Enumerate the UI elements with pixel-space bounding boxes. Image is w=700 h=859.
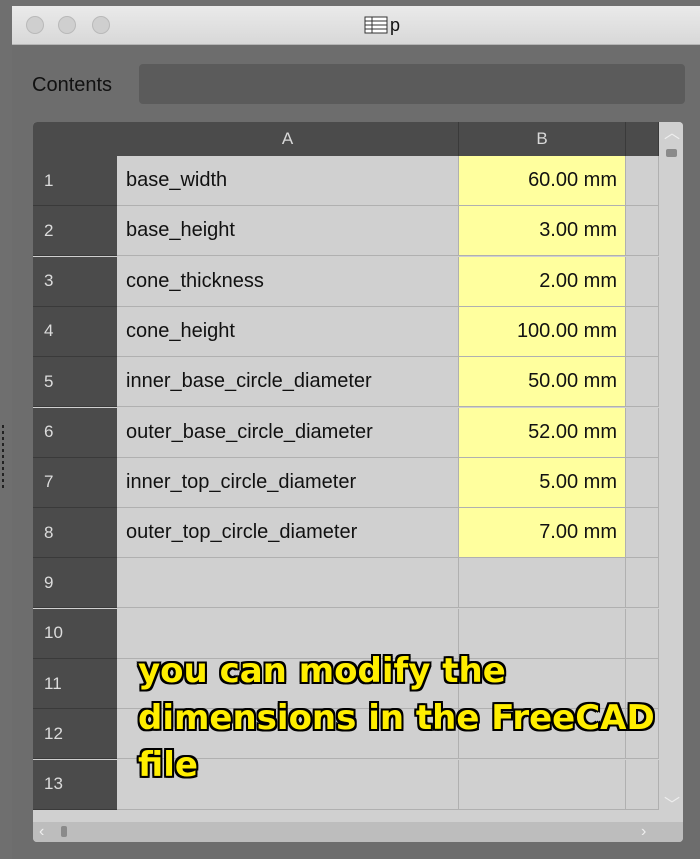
cell-b[interactable]: 7.00 mm bbox=[459, 508, 626, 559]
row-header[interactable]: 11 bbox=[33, 659, 117, 709]
column-header-a[interactable]: A bbox=[117, 122, 459, 156]
cell-c[interactable] bbox=[626, 508, 659, 559]
cell-c[interactable] bbox=[626, 156, 659, 206]
column-header-b[interactable]: B bbox=[459, 122, 626, 156]
window-title-text: p bbox=[390, 14, 401, 35]
cell-b[interactable]: 60.00 mm bbox=[459, 156, 626, 206]
cell-b[interactable] bbox=[459, 558, 626, 609]
corner-header[interactable] bbox=[33, 122, 118, 156]
row-header[interactable]: 9 bbox=[33, 558, 117, 609]
scroll-right-icon[interactable]: › bbox=[641, 824, 646, 840]
horizontal-scrollbar[interactable]: ‹ › bbox=[33, 822, 683, 842]
row-header[interactable]: 6 bbox=[33, 407, 117, 458]
row-header[interactable]: 3 bbox=[33, 256, 117, 307]
window-title: p bbox=[364, 14, 400, 36]
resize-handle[interactable] bbox=[1, 425, 5, 491]
row-header[interactable]: 4 bbox=[33, 306, 117, 357]
zoom-window-button[interactable] bbox=[92, 16, 110, 34]
cell-c[interactable] bbox=[626, 256, 659, 307]
cell-a[interactable]: cone_thickness bbox=[117, 256, 459, 307]
cell-c[interactable] bbox=[626, 357, 659, 408]
cell-b[interactable]: 5.00 mm bbox=[459, 457, 626, 508]
cell-c[interactable] bbox=[626, 407, 659, 458]
cell-b[interactable]: 2.00 mm bbox=[459, 256, 626, 307]
cell-a[interactable]: outer_base_circle_diameter bbox=[117, 407, 459, 458]
cell-a[interactable]: base_width bbox=[117, 156, 459, 206]
tutorial-caption: you can modify the dimensions in the Fre… bbox=[138, 651, 655, 785]
row-header[interactable]: 1 bbox=[33, 156, 117, 206]
cell-b[interactable]: 52.00 mm bbox=[459, 407, 626, 458]
vertical-scroll-thumb[interactable] bbox=[666, 149, 677, 157]
minimize-window-button[interactable] bbox=[58, 16, 76, 34]
cell-a[interactable]: inner_top_circle_diameter bbox=[117, 457, 459, 508]
cell-a[interactable]: base_height bbox=[117, 206, 459, 257]
cell-c[interactable] bbox=[626, 306, 659, 357]
contents-input[interactable] bbox=[139, 64, 685, 104]
horizontal-scroll-thumb[interactable] bbox=[61, 826, 67, 837]
row-header[interactable]: 10 bbox=[33, 608, 117, 659]
cell-c[interactable] bbox=[626, 558, 659, 609]
cell-b[interactable]: 100.00 mm bbox=[459, 306, 626, 357]
close-window-button[interactable] bbox=[26, 16, 44, 34]
spreadsheet-icon bbox=[364, 16, 388, 34]
cell-a[interactable] bbox=[117, 558, 459, 609]
spreadsheet-window: p Contents A B ︿ ﹀ ‹ › 1 base_width 60.00 … bbox=[12, 6, 700, 859]
cell-b[interactable]: 3.00 mm bbox=[459, 206, 626, 257]
cell-a[interactable]: outer_top_circle_diameter bbox=[117, 508, 459, 559]
title-bar: p bbox=[12, 6, 700, 45]
cell-a[interactable]: inner_base_circle_diameter bbox=[117, 357, 459, 408]
cell-b[interactable]: 50.00 mm bbox=[459, 357, 626, 408]
cell-c[interactable] bbox=[626, 457, 659, 508]
scroll-down-icon[interactable]: ﹀ bbox=[664, 798, 680, 814]
cell-a[interactable]: cone_height bbox=[117, 306, 459, 357]
row-header[interactable]: 2 bbox=[33, 206, 117, 257]
cell-c[interactable] bbox=[626, 206, 659, 257]
row-header[interactable]: 7 bbox=[33, 457, 117, 508]
row-header[interactable]: 12 bbox=[33, 709, 117, 760]
column-header-c[interactable] bbox=[626, 122, 659, 156]
row-header[interactable]: 13 bbox=[33, 759, 117, 810]
scroll-up-icon[interactable]: ︿ bbox=[664, 126, 680, 142]
row-header[interactable]: 5 bbox=[33, 357, 117, 408]
contents-label: Contents bbox=[32, 74, 113, 96]
row-header[interactable]: 8 bbox=[33, 508, 117, 559]
scroll-left-icon[interactable]: ‹ bbox=[39, 824, 44, 840]
